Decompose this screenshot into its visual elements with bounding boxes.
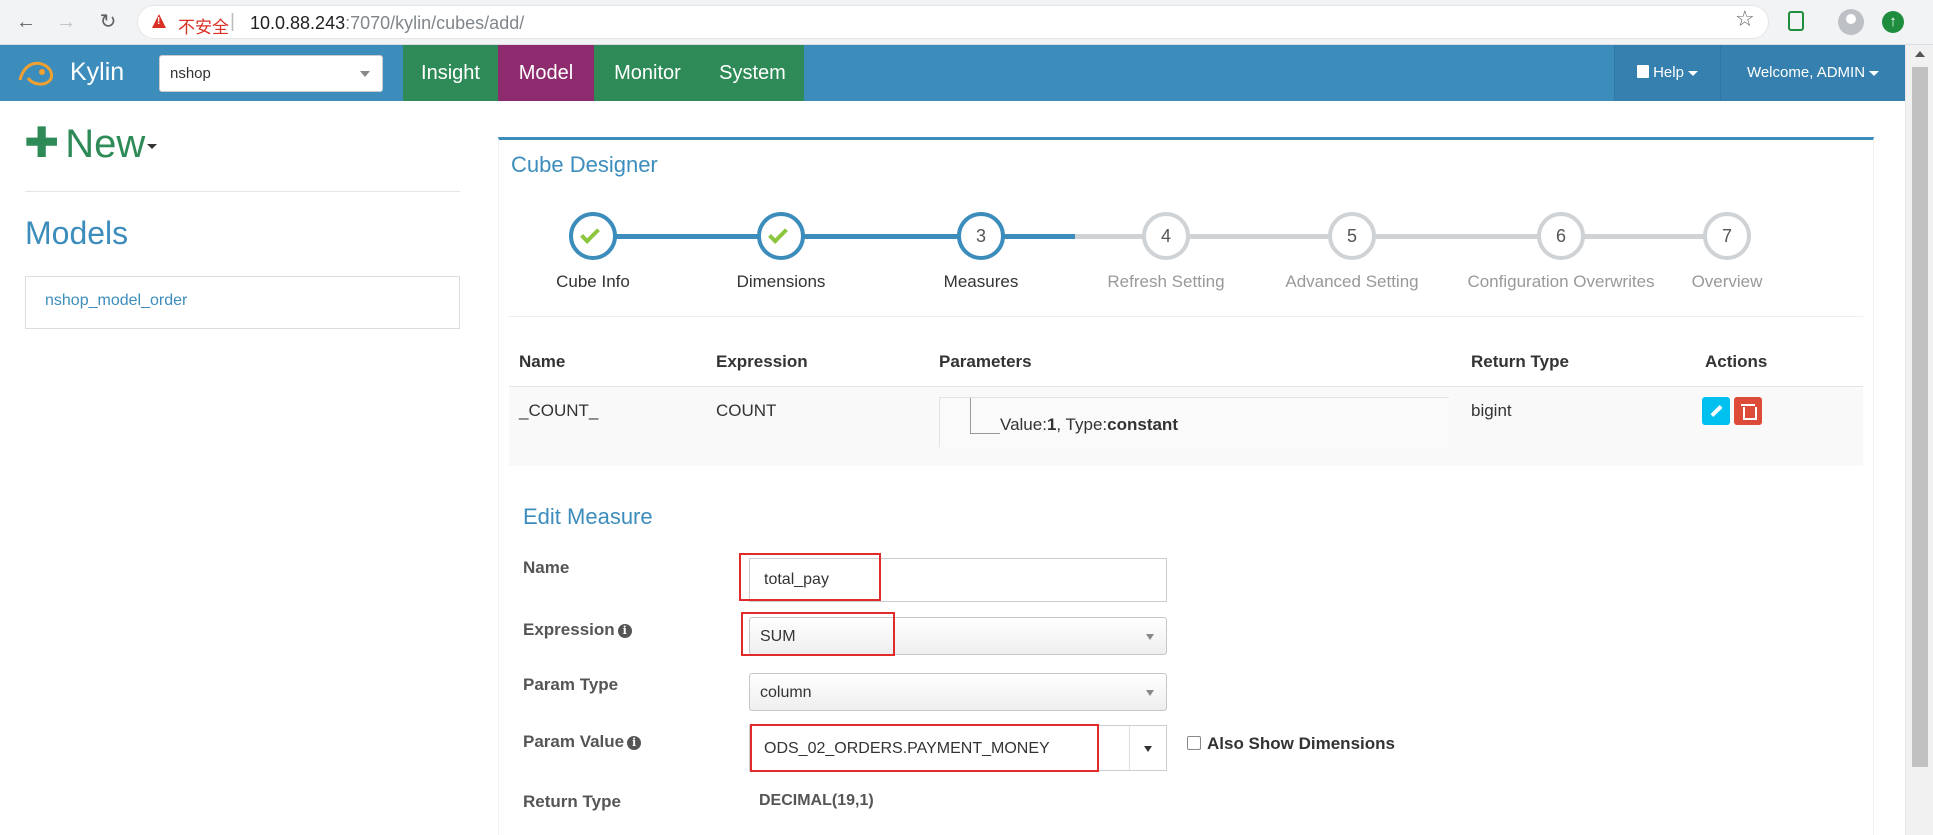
col-header-parameters: Parameters	[939, 352, 1032, 371]
insecure-label: 不安全	[178, 18, 229, 37]
param-type-select[interactable]: column	[749, 673, 1167, 711]
highlight-box-name	[739, 553, 881, 601]
return-type-value: DECIMAL(19,1)	[759, 792, 874, 809]
step-measures[interactable]: 3 Measures	[881, 200, 1081, 292]
tab-insight[interactable]: Insight	[403, 45, 498, 101]
tab-system[interactable]: System	[701, 45, 804, 101]
page-scrollbar[interactable]	[1905, 45, 1933, 835]
info-icon[interactable]: i	[627, 736, 642, 750]
page-title: Cube Designer	[511, 152, 658, 177]
return-type-label: Return Type	[523, 792, 621, 811]
edit-pencil-icon[interactable]	[1702, 397, 1730, 425]
tree-connector	[970, 398, 1000, 434]
cell-parameters: Value:1, Type:constant	[939, 397, 1449, 447]
kylin-logo-icon	[18, 61, 54, 86]
sidebar-divider	[25, 191, 460, 192]
chevron-down-icon	[147, 143, 158, 149]
col-header-expression: Expression	[716, 352, 808, 371]
top-navbar: Kylin nshop Insight Model Monitor System…	[0, 45, 1905, 101]
highlight-box-expression	[741, 612, 895, 656]
col-header-actions: Actions	[1705, 352, 1768, 371]
cell-expression: COUNT	[716, 401, 777, 420]
expression-label: Expression i	[523, 620, 632, 640]
step-cube-info[interactable]: Cube Info	[493, 200, 693, 292]
chevron-down-icon	[1146, 690, 1154, 696]
delete-trash-icon[interactable]	[1734, 397, 1762, 425]
edit-measure-heading: Edit Measure	[523, 504, 653, 529]
col-header-return-type: Return Type	[1471, 352, 1569, 371]
reload-icon[interactable]: ↻	[96, 10, 120, 34]
also-show-dimensions-checkbox[interactable]: Also Show Dimensions	[1187, 734, 1395, 754]
url-text[interactable]: 10.0.88.243:7070/kylin/cubes/add/	[250, 13, 524, 34]
cell-return-type: bigint	[1471, 401, 1512, 420]
chevron-down-icon	[1146, 634, 1154, 640]
tab-model[interactable]: Model	[498, 45, 594, 101]
param-type-label: Param Type	[523, 675, 619, 694]
chevron-down-icon	[360, 71, 370, 77]
chevron-down-icon	[1687, 70, 1698, 76]
caret-down-icon	[1144, 746, 1152, 752]
step-overview[interactable]: 7 Overview	[1627, 200, 1827, 292]
steps-divider	[509, 316, 1863, 317]
scroll-up-arrow-icon[interactable]	[1915, 51, 1925, 57]
highlight-box-param-value	[750, 724, 1099, 772]
col-header-name: Name	[519, 352, 566, 371]
models-heading: Models	[25, 215, 129, 251]
extension-icon[interactable]	[1788, 11, 1804, 31]
project-select[interactable]: nshop	[159, 55, 383, 92]
wizard-steps: Cube Info Dimensions 3 Measures 4 Refres…	[499, 200, 1875, 300]
name-label: Name	[523, 558, 570, 577]
back-arrow-icon[interactable]: ←	[14, 10, 38, 34]
step-advanced-setting[interactable]: 5 Advanced Setting	[1252, 200, 1452, 292]
profile-avatar-icon[interactable]	[1838, 9, 1864, 35]
model-list-item[interactable]: nshop_model_order	[25, 276, 460, 329]
step-refresh-setting[interactable]: 4 Refresh Setting	[1066, 200, 1266, 292]
tab-monitor[interactable]: Monitor	[594, 45, 701, 101]
help-menu[interactable]: Help	[1614, 45, 1720, 101]
check-icon	[768, 224, 788, 244]
browser-toolbar: ← → ↻ 不安全 | 10.0.88.243:7070/kylin/cubes…	[0, 0, 1933, 45]
url-separator: |	[230, 11, 235, 32]
new-button[interactable]: ✚ New	[24, 118, 158, 167]
app-logo-text[interactable]: Kylin	[70, 58, 124, 87]
info-icon[interactable]: i	[617, 624, 632, 638]
bookmark-star-icon[interactable]: ☆	[1735, 6, 1755, 32]
param-value-label: Param Value i	[523, 732, 642, 752]
param-text: Value:1, Type:constant	[1000, 415, 1178, 434]
book-icon	[1637, 65, 1650, 78]
step-dimensions[interactable]: Dimensions	[681, 200, 881, 292]
check-icon	[580, 224, 600, 244]
warning-icon	[152, 14, 166, 28]
chevron-down-icon	[1869, 70, 1880, 76]
forward-arrow-icon[interactable]: →	[54, 10, 78, 34]
scroll-thumb[interactable]	[1912, 67, 1928, 767]
user-menu[interactable]: Welcome, ADMIN	[1720, 45, 1905, 101]
plus-icon: ✚	[24, 119, 60, 166]
update-arrow-icon[interactable]: ↑	[1882, 11, 1904, 33]
table-row: _COUNT_ COUNT Value:1, Type:constant big…	[509, 386, 1863, 466]
cube-designer-panel: Cube Designer Cube Info Dimensions 3 Mea…	[498, 137, 1874, 835]
address-bar[interactable]: 不安全 | 10.0.88.243:7070/kylin/cubes/add/	[137, 5, 1769, 39]
cell-name: _COUNT_	[519, 401, 599, 420]
checkbox-box[interactable]	[1187, 736, 1201, 750]
